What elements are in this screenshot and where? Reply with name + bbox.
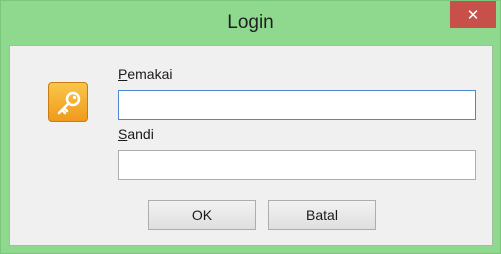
window-title: Login: [227, 12, 274, 33]
username-label-hotkey: P: [118, 66, 128, 82]
username-input[interactable]: [118, 90, 476, 120]
title-bar[interactable]: Login ✕: [1, 1, 500, 45]
password-label: Sandi: [118, 126, 154, 142]
key-icon: [48, 82, 88, 122]
password-input[interactable]: [118, 150, 476, 180]
username-label-text: emakai: [127, 66, 173, 82]
login-dialog: Login ✕ Pemakai Sandi OK Batal: [0, 0, 501, 254]
password-label-text: andi: [127, 126, 154, 142]
close-button[interactable]: ✕: [450, 1, 496, 28]
ok-button[interactable]: OK: [148, 200, 256, 230]
username-label: Pemakai: [118, 66, 172, 82]
dialog-body: Pemakai Sandi OK Batal: [9, 45, 493, 246]
password-label-hotkey: S: [118, 126, 128, 142]
cancel-button[interactable]: Batal: [268, 200, 376, 230]
close-icon: ✕: [466, 6, 480, 24]
